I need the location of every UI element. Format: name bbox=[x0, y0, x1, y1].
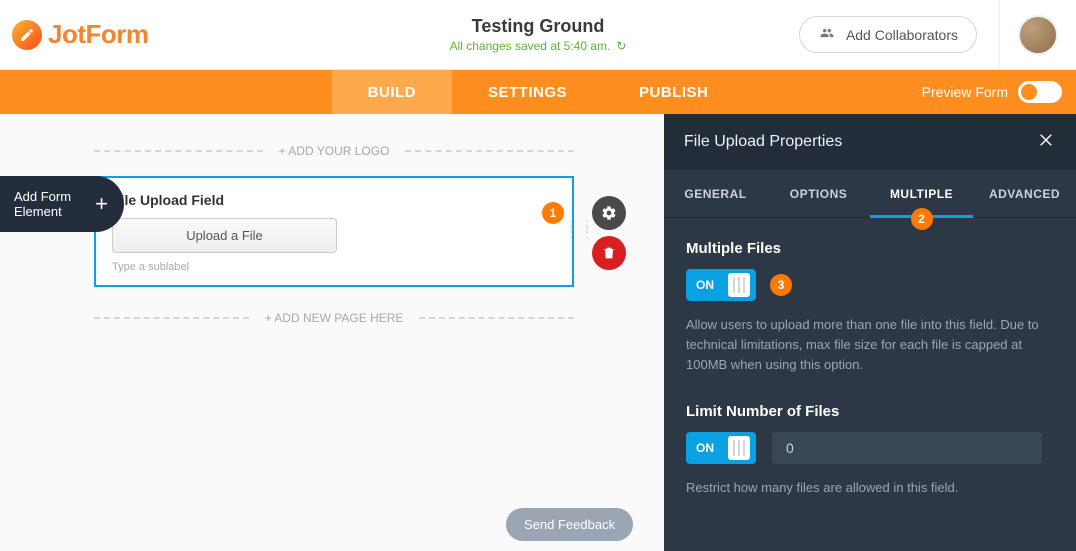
toggle-knob-icon bbox=[728, 273, 750, 297]
add-form-element-button[interactable]: Add Form Element + bbox=[0, 176, 124, 232]
brand-text: JotForm bbox=[48, 19, 149, 50]
limit-files-title: Limit Number of Files bbox=[686, 403, 1054, 420]
field-settings-button[interactable] bbox=[592, 196, 626, 230]
properties-panel: File Upload Properties GENERAL OPTIONS M… bbox=[664, 114, 1076, 551]
tab-settings[interactable]: SETTINGS bbox=[452, 70, 603, 114]
pencil-icon bbox=[12, 20, 42, 50]
annotation-3: 3 bbox=[770, 274, 792, 296]
brand-logo[interactable]: JotForm bbox=[12, 19, 149, 50]
limit-files-input[interactable] bbox=[772, 432, 1042, 464]
annotation-2: 2 bbox=[911, 208, 933, 230]
add-logo-button[interactable]: + ADD YOUR LOGO bbox=[273, 144, 396, 158]
prop-tab-options[interactable]: OPTIONS bbox=[767, 170, 870, 217]
add-element-text: Add Form Element bbox=[14, 189, 71, 219]
limit-files-desc: Restrict how many files are allowed in t… bbox=[686, 478, 1046, 498]
add-collaborators-button[interactable]: Add Collaborators bbox=[799, 16, 977, 53]
collab-label: Add Collaborators bbox=[846, 27, 958, 43]
main-tab-bar: BUILD SETTINGS PUBLISH Preview Form bbox=[0, 70, 1076, 114]
prop-tab-general[interactable]: GENERAL bbox=[664, 170, 767, 217]
multiple-files-toggle[interactable]: ON bbox=[686, 269, 756, 301]
close-panel-button[interactable] bbox=[1038, 131, 1056, 154]
preview-label: Preview Form bbox=[922, 84, 1008, 100]
multiple-files-desc: Allow users to upload more than one file… bbox=[686, 315, 1046, 375]
autosave-text: All changes saved at 5:40 am. bbox=[450, 39, 611, 53]
preview-toggle[interactable] bbox=[1018, 81, 1062, 103]
gear-icon bbox=[601, 205, 617, 221]
form-title[interactable]: Testing Ground bbox=[450, 16, 627, 37]
prop-tab-advanced[interactable]: ADVANCED bbox=[973, 170, 1076, 217]
properties-tabs: GENERAL OPTIONS MULTIPLE ADVANCED 2 bbox=[664, 170, 1076, 218]
limit-files-toggle[interactable]: ON bbox=[686, 432, 756, 464]
user-avatar[interactable] bbox=[1018, 15, 1058, 55]
trash-icon bbox=[601, 245, 617, 261]
header-divider bbox=[999, 0, 1000, 70]
people-icon bbox=[818, 26, 836, 43]
tab-publish[interactable]: PUBLISH bbox=[603, 70, 744, 114]
autosave-status: All changes saved at 5:40 am. ↻ bbox=[450, 39, 627, 53]
refresh-icon[interactable]: ↻ bbox=[616, 39, 626, 53]
toggle-on-label: ON bbox=[696, 441, 714, 455]
add-page-row: + ADD NEW PAGE HERE bbox=[94, 311, 574, 325]
drag-handle-icon[interactable]: ⋮⋮⋮⋮ bbox=[564, 222, 596, 236]
add-page-button[interactable]: + ADD NEW PAGE HERE bbox=[259, 311, 410, 325]
field-title[interactable]: File Upload Field bbox=[112, 192, 556, 208]
properties-title: File Upload Properties bbox=[684, 133, 842, 151]
header-right: Add Collaborators bbox=[799, 15, 1058, 55]
annotation-1: 1 bbox=[542, 202, 564, 224]
properties-header: File Upload Properties bbox=[664, 114, 1076, 170]
preview-form-control: Preview Form bbox=[922, 70, 1062, 114]
top-header: JotForm Testing Ground All changes saved… bbox=[0, 0, 1076, 70]
sublabel-placeholder[interactable]: Type a sublabel bbox=[112, 261, 556, 273]
plus-icon: + bbox=[95, 191, 108, 217]
toggle-knob-icon bbox=[728, 436, 750, 460]
form-canvas: + ADD YOUR LOGO File Upload Field Upload… bbox=[94, 144, 574, 343]
multiple-files-title: Multiple Files bbox=[686, 240, 1054, 257]
upload-file-button[interactable]: Upload a File bbox=[112, 218, 337, 253]
add-logo-row: + ADD YOUR LOGO bbox=[94, 144, 574, 158]
toggle-on-label: ON bbox=[696, 278, 714, 292]
workspace: Add Form Element + + ADD YOUR LOGO File … bbox=[0, 114, 1076, 551]
tab-build[interactable]: BUILD bbox=[332, 70, 452, 114]
close-icon bbox=[1038, 131, 1056, 149]
send-feedback-button[interactable]: Send Feedback bbox=[506, 508, 633, 541]
field-delete-button[interactable] bbox=[592, 236, 626, 270]
properties-body: Multiple Files ON 3 Allow users to uploa… bbox=[664, 218, 1076, 499]
form-title-block: Testing Ground All changes saved at 5:40… bbox=[450, 16, 627, 53]
file-upload-field[interactable]: File Upload Field Upload a File Type a s… bbox=[94, 176, 574, 287]
